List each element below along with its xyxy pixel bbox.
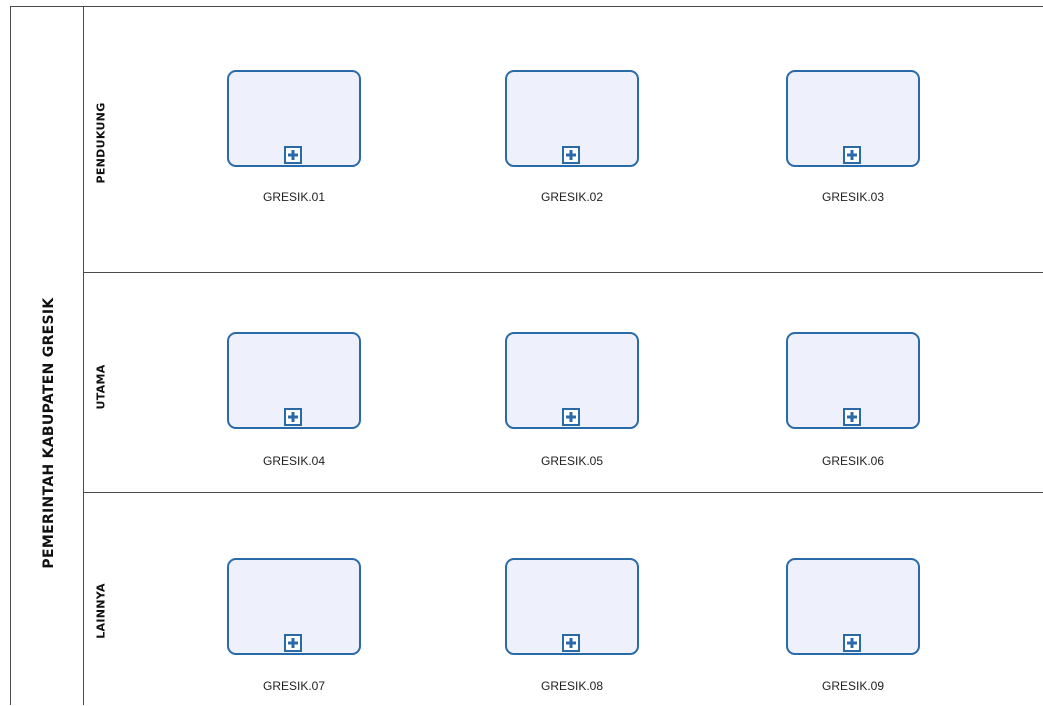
task-label: GRESIK.01 — [262, 190, 326, 204]
lane-utama: UTAMA GRESIK.04 GRESIK.05 GRESIK.06 — [84, 273, 1043, 493]
plus-square-icon[interactable] — [284, 146, 302, 164]
lane-label-pendukung: PENDUKUNG — [94, 102, 108, 184]
plus-square-icon[interactable] — [843, 146, 861, 164]
task-label: GRESIK.03 — [821, 190, 885, 204]
task-label: GRESIK.08 — [540, 679, 604, 693]
task-gresik-01[interactable] — [227, 70, 361, 167]
task-label: GRESIK.06 — [821, 454, 885, 468]
task-label: GRESIK.05 — [540, 454, 604, 468]
plus-square-icon[interactable] — [284, 408, 302, 426]
plus-square-icon[interactable] — [562, 146, 580, 164]
task-label: GRESIK.07 — [262, 679, 326, 693]
plus-square-icon[interactable] — [562, 408, 580, 426]
pool-title: PEMERINTAH KABUPATEN GRESIK — [41, 297, 57, 569]
task-gresik-03[interactable] — [786, 70, 920, 167]
plus-square-icon[interactable] — [843, 408, 861, 426]
task-label: GRESIK.09 — [821, 679, 885, 693]
lane-label-lainnya: LAINNYA — [94, 583, 108, 639]
pool-pemerintah-kabupaten-gresik: PEMERINTAH KABUPATEN GRESIK PENDUKUNG GR… — [10, 6, 1043, 705]
lane-label-utama: UTAMA — [94, 364, 108, 410]
task-gresik-04[interactable] — [227, 332, 361, 429]
task-gresik-02[interactable] — [505, 70, 639, 167]
task-gresik-07[interactable] — [227, 558, 361, 655]
task-gresik-06[interactable] — [786, 332, 920, 429]
lane-pendukung: PENDUKUNG GRESIK.01 GRESIK.02 GRESIK.03 — [84, 7, 1043, 273]
plus-square-icon[interactable] — [562, 634, 580, 652]
lane-lainnya: LAINNYA GRESIK.07 GRESIK.08 GRESIK.09 — [84, 493, 1043, 706]
task-gresik-08[interactable] — [505, 558, 639, 655]
plus-square-icon[interactable] — [284, 634, 302, 652]
pool-header: PEMERINTAH KABUPATEN GRESIK — [11, 7, 84, 705]
task-gresik-09[interactable] — [786, 558, 920, 655]
plus-square-icon[interactable] — [843, 634, 861, 652]
task-label: GRESIK.02 — [540, 190, 604, 204]
task-label: GRESIK.04 — [262, 454, 326, 468]
task-gresik-05[interactable] — [505, 332, 639, 429]
